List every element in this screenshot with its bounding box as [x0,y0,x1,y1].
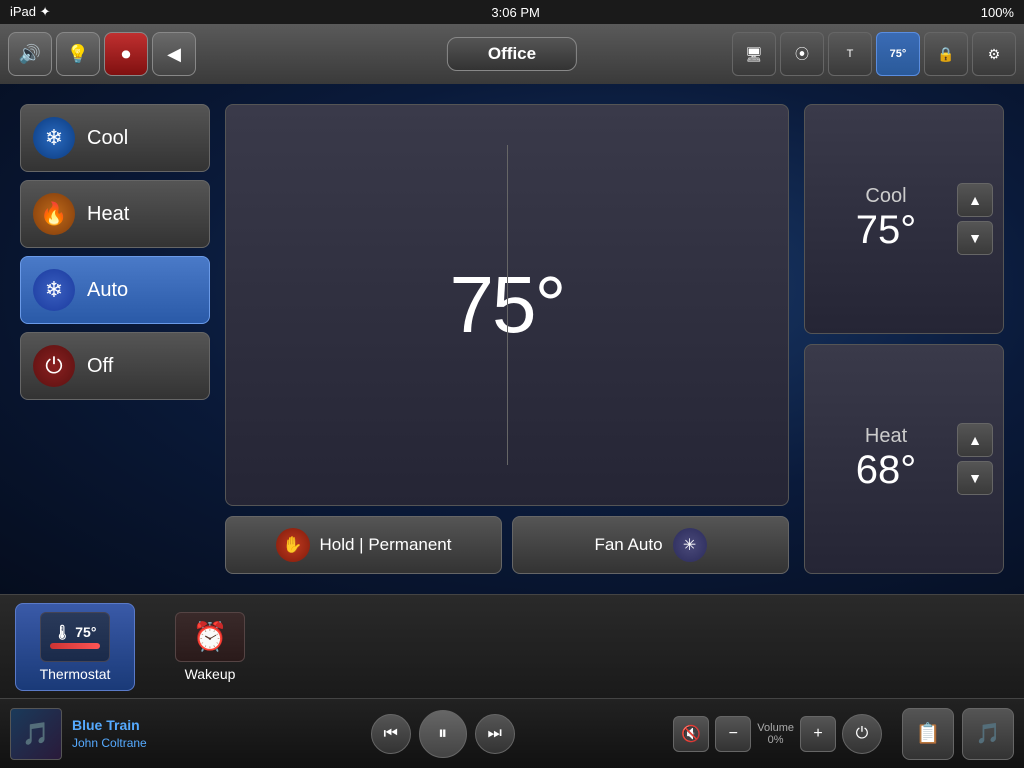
album-art: 🎵 [10,708,62,760]
status-left: iPad ✦ [10,4,51,20]
main-content: ❄ Cool 🔥 Heat ❄ Auto ⏻ Off 75° ✋ Hold | … [0,84,1024,594]
cool-setpoint-controls: ▲ ▼ [957,183,993,255]
heat-setpoint-label: Heat [865,425,907,448]
cool-down-button[interactable]: ▼ [957,221,993,255]
media-controls: ⏮ ⏸ ⏭ [371,710,515,758]
center-display: 75° ✋ Hold | Permanent Fan Auto ✳ [225,104,789,574]
status-time: 3:06 PM [491,5,539,20]
cool-icon: ❄ [33,117,75,159]
fan-label: Fan Auto [594,535,662,555]
device-tray: 🌡 75° Thermostat ⏰ Wakeup [0,594,1024,698]
auto-mode-button[interactable]: ❄ Auto [20,256,210,324]
volume-label: Volume [757,722,794,734]
heat-setpoint-panel: Heat 68° ▲ ▼ [804,344,1004,574]
auto-label: Auto [87,279,128,302]
heat-setpoint-controls: ▲ ▼ [957,423,993,495]
cool-setpoint-info: Cool 75° [815,185,957,253]
heat-setpoint-info: Heat 68° [815,425,957,493]
power-button[interactable]: ⏻ [842,714,882,754]
off-mode-button[interactable]: ⏻ Off [20,332,210,400]
hold-button[interactable]: ✋ Hold | Permanent [225,516,502,574]
volume-up-button[interactable]: + [800,716,836,752]
heat-down-button[interactable]: ▼ [957,461,993,495]
heat-label: Heat [87,203,129,226]
heat-mode-button[interactable]: 🔥 Heat [20,180,210,248]
media-bar: 🎵 Blue Train John Coltrane ⏮ ⏸ ⏭ 🔇 − Vol… [0,698,1024,768]
status-right: 100% [981,5,1014,20]
pause-button[interactable]: ⏸ [419,710,467,758]
track-info: Blue Train John Coltrane [72,717,212,750]
nav-monitor-button[interactable]: 🖥 [732,32,776,76]
thumb-temp: 🌡 75° [54,624,97,641]
music-button[interactable]: 🎵 [962,708,1014,760]
hold-label: Hold | Permanent [320,535,452,555]
set-points: Cool 75° ▲ ▼ Heat 68° ▲ ▼ [804,104,1004,574]
volume-value: 0% [768,734,784,746]
fan-button[interactable]: Fan Auto ✳ [512,516,789,574]
record-button[interactable]: ⏺ [104,32,148,76]
heat-setpoint-value: 68° [856,448,917,493]
nav-gear-button[interactable]: ⚙ [972,32,1016,76]
hold-icon: ✋ [276,528,310,562]
page-title: Office [447,37,577,71]
playlist-button[interactable]: 📋 [902,708,954,760]
next-button[interactable]: ⏭ [475,714,515,754]
action-buttons: ✋ Hold | Permanent Fan Auto ✳ [225,516,789,574]
mode-buttons: ❄ Cool 🔥 Heat ❄ Auto ⏻ Off [20,104,210,574]
wakeup-device-label: Wakeup [185,666,236,682]
cool-setpoint-panel: Cool 75° ▲ ▼ [804,104,1004,334]
mute-button[interactable]: 🔇 [673,716,709,752]
heat-up-button[interactable]: ▲ [957,423,993,457]
wakeup-thumbnail: ⏰ [175,612,245,662]
media-right-buttons: 📋 🎵 [902,708,1014,760]
prev-button[interactable]: ⏮ [371,714,411,754]
temp-divider [507,145,508,465]
cool-up-button[interactable]: ▲ [957,183,993,217]
status-bar: iPad ✦ 3:06 PM 100% [0,0,1024,24]
off-icon: ⏻ [33,345,75,387]
nav-lock-button[interactable]: 🔒 [924,32,968,76]
cool-mode-button[interactable]: ❄ Cool [20,104,210,172]
track-title: Blue Train [72,717,212,733]
sound-button[interactable]: 🔊 [8,32,52,76]
nav-right-buttons: 🖥 ⦿ T 75° 🔒 ⚙ [732,32,1016,76]
back-button[interactable]: ◀ [152,32,196,76]
top-nav: 🔊 💡 ⏺ ◀ Office 🖥 ⦿ T 75° 🔒 ⚙ [0,24,1024,84]
temperature-display: 75° [225,104,789,506]
off-label: Off [87,355,113,378]
nav-temp-button[interactable]: 75° [876,32,920,76]
cool-setpoint-label: Cool [865,185,906,208]
volume-display: Volume 0% [757,722,794,746]
thumb-bar [50,643,100,649]
volume-down-button[interactable]: − [715,716,751,752]
volume-section: 🔇 − Volume 0% + ⏻ [673,714,882,754]
thermostat-thumbnail: 🌡 75° [40,612,110,662]
cool-label: Cool [87,127,128,150]
bulb-button[interactable]: 💡 [56,32,100,76]
thermostat-device-label: Thermostat [40,666,111,682]
heat-icon: 🔥 [33,193,75,235]
fan-icon: ✳ [673,528,707,562]
cool-setpoint-value: 75° [856,208,917,253]
track-artist: John Coltrane [72,736,212,750]
nav-camera-button[interactable]: ⦿ [780,32,824,76]
wakeup-device-item[interactable]: ⏰ Wakeup [150,603,270,691]
auto-icon: ❄ [33,269,75,311]
ipad-label: iPad ✦ [10,4,51,20]
battery-label: 100% [981,5,1014,20]
thermostat-device-item[interactable]: 🌡 75° Thermostat [15,603,135,691]
nav-therm-button[interactable]: T [828,32,872,76]
